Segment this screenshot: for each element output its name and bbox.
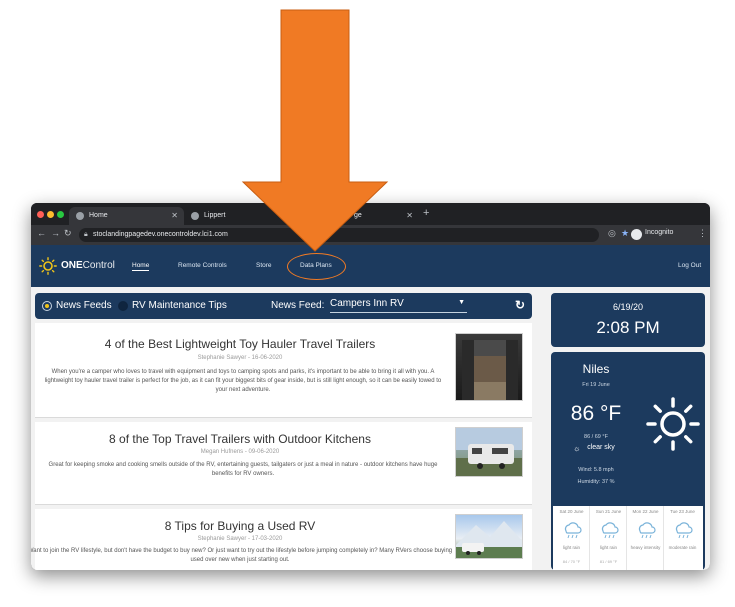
app-navbar: ONEControl Home Remote Controls Store Da…: [31, 245, 710, 287]
clock-panel: 6/19/20 2:08 PM: [551, 293, 705, 347]
forecast-day: Sat 20 June light rain 84 / 70 °F: [553, 506, 590, 570]
article-summary: Want to join the RV lifestyle, but don't…: [31, 548, 453, 563]
app-logo[interactable]: ONEControl: [61, 260, 115, 271]
weather-high-low: 86 / 69 °F: [584, 434, 608, 440]
location-icon[interactable]: ◎: [608, 228, 616, 239]
weather-city: Niles: [582, 362, 610, 376]
weather-forecast: Sat 20 June light rain 84 / 70 °F Sun 21…: [553, 506, 703, 570]
rain-cloud-icon: [601, 522, 619, 539]
logout-link[interactable]: Log Out: [678, 262, 701, 269]
forecast-day: Sun 21 June light rain 81 / 69 °F: [590, 506, 627, 570]
bookmark-star-icon[interactable]: ★: [621, 228, 629, 239]
news-feeds-radio[interactable]: [42, 301, 52, 311]
maintenance-tips-radio[interactable]: [118, 301, 128, 311]
close-tab-icon[interactable]: ✕: [171, 207, 178, 225]
incognito-label: Incognito: [645, 229, 674, 236]
rain-cloud-icon: [638, 522, 656, 539]
article-thumbnail[interactable]: [455, 333, 523, 401]
article-meta: Stephanie Sawyer - 17-03-2020: [197, 536, 283, 542]
rain-cloud-icon: [564, 522, 582, 539]
weather-condition-text: clear sky: [587, 444, 615, 451]
article-title[interactable]: 8 Tips for Buying a Used RV: [35, 519, 445, 533]
globe-icon: [76, 212, 84, 220]
logo-control: Control: [82, 260, 115, 271]
tab-label: Home: [89, 212, 108, 219]
annotation-circle: [287, 253, 346, 280]
forecast-day-label: Sat 20 June: [559, 509, 584, 514]
current-date: 6/19/20: [612, 302, 644, 312]
news-feed-value: Campers Inn RV: [330, 298, 404, 309]
current-time: 2:08 PM: [596, 318, 660, 337]
back-icon[interactable]: ←: [37, 228, 46, 238]
article-thumbnail[interactable]: [455, 427, 523, 477]
forecast-day-label: Mon 22 June: [632, 509, 659, 514]
forecast-day: Mon 22 June heavy intensity: [627, 506, 664, 570]
screenshot-stage: Home ✕ Lippert ge ✕ + ← → ↻ 🔒︎ stoclandi…: [0, 0, 735, 607]
close-tab-icon[interactable]: ✕: [406, 207, 413, 225]
forward-icon[interactable]: →: [51, 228, 60, 238]
url-text: stoclandingpagedev.onecontroldev.lci1.co…: [93, 231, 228, 238]
reload-icon[interactable]: ↻: [64, 228, 72, 239]
news-feed-label: News Feed:: [271, 300, 325, 311]
news-feeds-label[interactable]: News Feeds: [56, 300, 112, 311]
forecast-desc: light rain: [599, 545, 617, 550]
tab-lippert[interactable]: Lippert: [184, 207, 294, 225]
nav-home[interactable]: Home: [132, 262, 150, 271]
forecast-desc: light rain: [562, 545, 580, 550]
article-thumbnail[interactable]: [455, 514, 523, 559]
article-summary: When you're a camper who loves to travel…: [44, 369, 442, 393]
sun-small-icon: ☼: [573, 444, 581, 453]
tab-label: Lippert: [204, 212, 226, 219]
minimize-window-icon[interactable]: [47, 211, 54, 218]
forecast-desc: moderate rain: [668, 545, 697, 550]
sun-icon: [646, 397, 700, 451]
article-card[interactable]: 8 Tips for Buying a Used RV Stephanie Sa…: [31, 509, 532, 570]
weather-temperature: 86 °F: [570, 402, 622, 425]
browser-window: Home ✕ Lippert ge ✕ + ← → ↻ 🔒︎ stoclandi…: [31, 203, 710, 570]
article-card[interactable]: 4 of the Best Lightweight Toy Hauler Tra…: [35, 323, 532, 418]
maximize-window-icon[interactable]: [57, 211, 64, 218]
forecast-day-label: Sun 21 June: [595, 509, 622, 514]
weather-date: Fri 19 June: [582, 382, 610, 388]
forecast-temp: 81 / 69 °F: [599, 559, 618, 564]
news-filter-bar: News Feeds RV Maintenance Tips News Feed…: [35, 293, 532, 319]
page-viewport: ONEControl Home Remote Controls Store Da…: [31, 245, 710, 570]
forecast-desc: heavy intensity: [630, 545, 661, 550]
tab-label: ge: [354, 212, 362, 219]
browser-toolbar: ← → ↻ 🔒︎ stoclandingpagedev.onecontrolde…: [31, 225, 710, 245]
article-summary: Great for keeping smoke and cooking smel…: [48, 462, 438, 477]
news-feed-select[interactable]: Campers Inn RV ▼: [330, 298, 467, 313]
article-meta: Stephanie Sawyer - 16-06-2020: [197, 355, 283, 361]
logo-one: ONE: [61, 260, 83, 271]
article-card[interactable]: 8 of the Top Travel Trailers with Outdoo…: [35, 422, 532, 505]
weather-panel: Niles Fri 19 June 86 °F 86 / 69 °F clear…: [551, 352, 705, 570]
article-title[interactable]: 4 of the Best Lightweight Toy Hauler Tra…: [35, 337, 445, 351]
tab-home[interactable]: Home ✕: [69, 207, 184, 225]
tab-page[interactable]: ge ✕: [294, 207, 419, 225]
nav-store[interactable]: Store: [256, 262, 272, 269]
weather-condition: clear sky: [551, 444, 641, 451]
new-tab-icon[interactable]: +: [423, 207, 429, 219]
article-meta: Megan Hufnens - 09-06-2020: [200, 449, 280, 455]
rain-cloud-icon: [675, 522, 693, 539]
logo-sun-icon: [39, 257, 57, 275]
globe-icon: [191, 212, 199, 220]
article-title[interactable]: 8 of the Top Travel Trailers with Outdoo…: [35, 432, 445, 446]
forecast-day-label: Tue 23 June: [670, 509, 695, 514]
close-window-icon[interactable]: [37, 211, 44, 218]
incognito-icon: [631, 229, 642, 240]
tab-strip: Home ✕ Lippert ge ✕ +: [31, 203, 710, 225]
maintenance-tips-label[interactable]: RV Maintenance Tips: [132, 300, 227, 311]
address-bar[interactable]: 🔒︎ stoclandingpagedev.onecontroldev.lci1…: [79, 228, 599, 242]
caret-down-icon: ▼: [458, 299, 465, 306]
weather-wind: Wind: 5.8 mph: [578, 467, 614, 473]
refresh-icon[interactable]: ↻: [515, 298, 525, 312]
nav-remote-controls[interactable]: Remote Controls: [178, 262, 227, 269]
weather-humidity: Humidity: 37 %: [577, 479, 615, 485]
forecast-temp: 84 / 70 °F: [562, 559, 581, 564]
lock-icon: 🔒︎: [84, 231, 88, 238]
forecast-day: Tue 23 June moderate rain: [664, 506, 701, 570]
menu-kebab-icon[interactable]: ⋮: [698, 228, 707, 239]
